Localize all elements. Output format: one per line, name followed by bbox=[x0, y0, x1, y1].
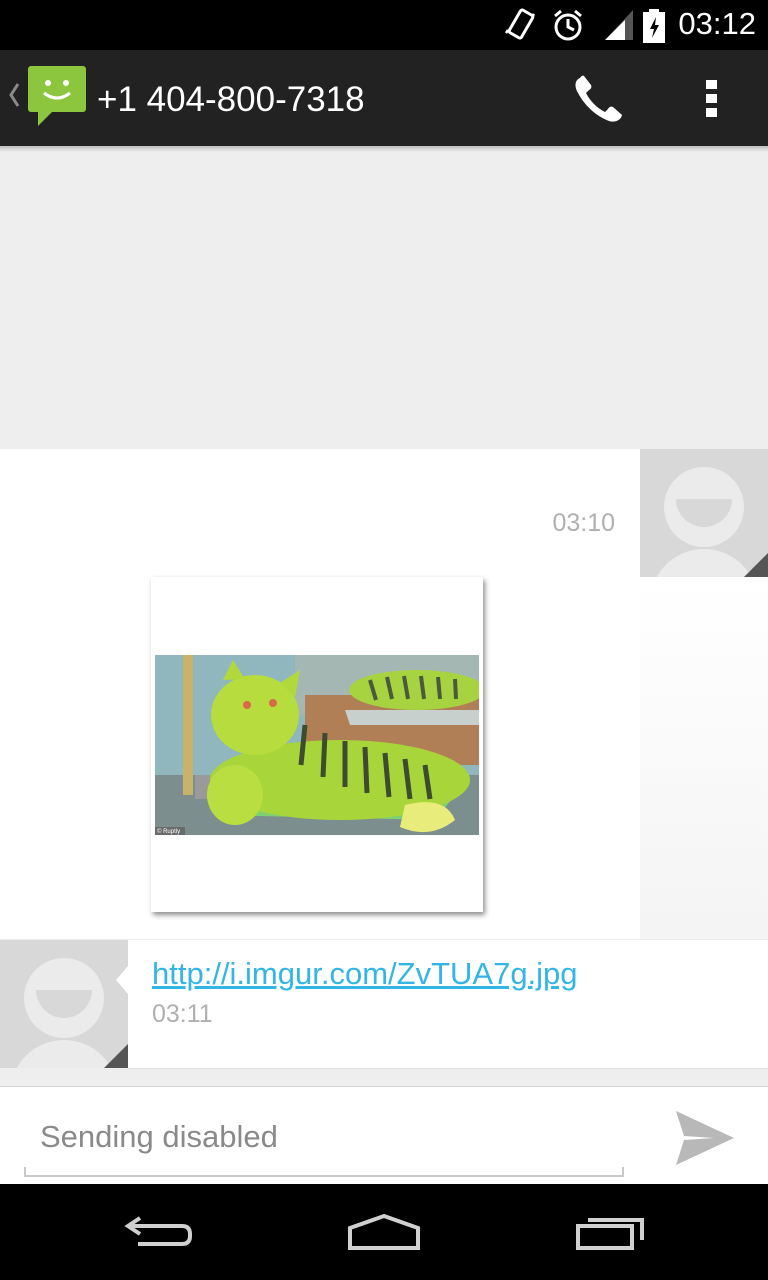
message-input[interactable]: Sending disabled bbox=[24, 1107, 624, 1177]
back-caret-icon[interactable] bbox=[6, 80, 22, 110]
nav-recents-icon[interactable] bbox=[574, 1212, 646, 1252]
nav-back-icon[interactable] bbox=[124, 1212, 196, 1252]
bubble-gutter bbox=[640, 577, 768, 939]
send-icon[interactable] bbox=[674, 1109, 736, 1167]
vibrate-icon bbox=[505, 8, 535, 40]
green-cat-image: © Ruptly bbox=[155, 655, 479, 835]
attachment-photo[interactable]: © Ruptly bbox=[155, 655, 479, 835]
action-bar-shadow bbox=[0, 146, 768, 152]
status-bar: 03:12 bbox=[0, 0, 768, 50]
battery-icon bbox=[643, 9, 665, 43]
contact-title: +1 404-800-7318 bbox=[97, 80, 365, 119]
bubble-tail bbox=[116, 966, 128, 994]
incoming-message-bubble[interactable]: http://i.imgur.com/ZvTUA7g.jpg 03:11 bbox=[128, 940, 768, 1069]
alarm-icon bbox=[554, 9, 582, 41]
message-link[interactable]: http://i.imgur.com/ZvTUA7g.jpg bbox=[152, 956, 578, 992]
navigation-bar bbox=[0, 1184, 768, 1280]
mms-attachment[interactable]: © Ruptly bbox=[151, 577, 483, 912]
message-input-placeholder: Sending disabled bbox=[40, 1119, 278, 1154]
contact-avatar[interactable] bbox=[0, 940, 128, 1068]
message-timestamp: 03:11 bbox=[152, 1000, 213, 1028]
quick-contact-badge bbox=[104, 1044, 128, 1068]
outgoing-message-bubble[interactable]: 03:10 © Ruptly bbox=[0, 449, 640, 939]
quick-contact-badge bbox=[744, 553, 768, 577]
messaging-app-icon[interactable] bbox=[28, 66, 88, 128]
my-avatar[interactable] bbox=[640, 449, 768, 577]
compose-bar: Sending disabled bbox=[0, 1086, 768, 1185]
overflow-menu-icon[interactable] bbox=[702, 78, 722, 120]
status-time: 03:12 bbox=[678, 6, 756, 41]
nav-home-icon[interactable] bbox=[346, 1212, 422, 1252]
signal-icon bbox=[605, 10, 633, 40]
photo-watermark: © Ruptly bbox=[157, 828, 180, 835]
action-bar: +1 404-800-7318 bbox=[0, 50, 768, 146]
phone-icon[interactable] bbox=[572, 74, 626, 124]
message-timestamp: 03:10 bbox=[552, 509, 615, 537]
